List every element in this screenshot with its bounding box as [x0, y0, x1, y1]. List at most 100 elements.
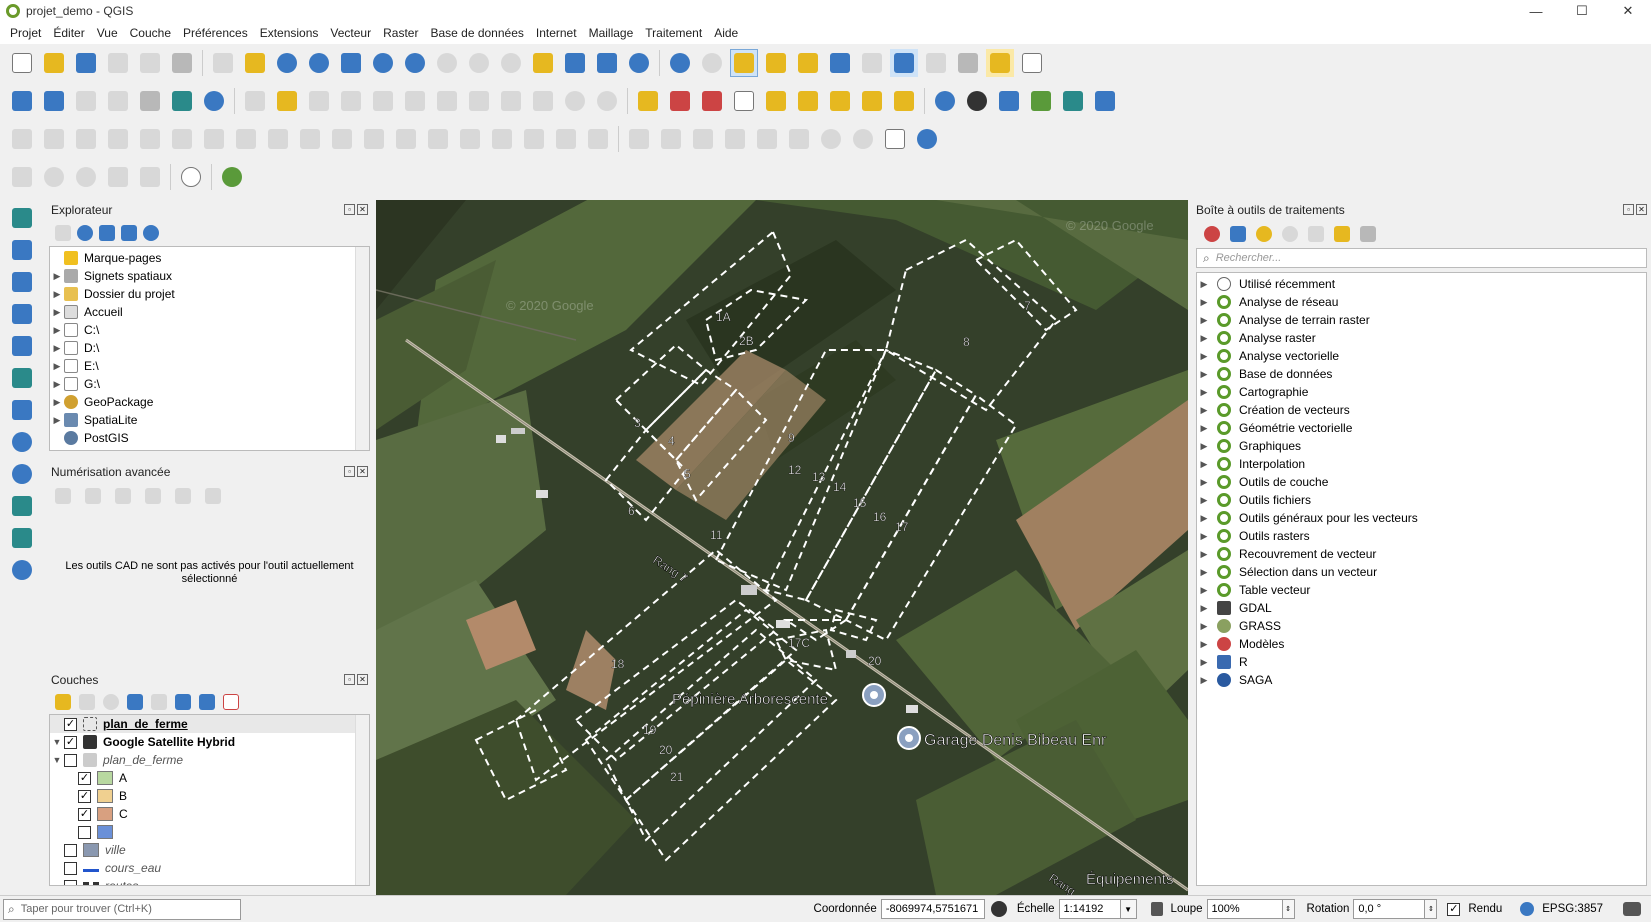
processing-group[interactable]: ▶ Recouvrement de vecteur	[1197, 545, 1646, 563]
select-value-button[interactable]	[762, 49, 790, 77]
menu-raster[interactable]: Raster	[377, 26, 424, 40]
browser-item[interactable]: ▶ C:\	[50, 321, 369, 339]
rotation-input[interactable]	[1353, 899, 1426, 919]
processing-group[interactable]: ▶ Création de vecteurs	[1197, 401, 1646, 419]
add-delimited-text-button[interactable]	[8, 300, 36, 328]
shape-tool-3[interactable]	[72, 163, 100, 191]
menu-extensions[interactable]: Extensions	[254, 26, 325, 40]
shape-tool-5[interactable]	[136, 163, 164, 191]
results-icon[interactable]	[1308, 226, 1324, 242]
lock-icon[interactable]	[1150, 902, 1163, 916]
digitize-tool-11[interactable]	[328, 125, 356, 153]
processing-group[interactable]: ▶ Graphiques	[1197, 437, 1646, 455]
map-tips-button[interactable]	[986, 49, 1014, 77]
digitize-tool-9[interactable]	[264, 125, 292, 153]
add-xyz-button[interactable]	[8, 556, 36, 584]
browser-item[interactable]: ▶ E:\	[50, 357, 369, 375]
label-hide-button[interactable]	[730, 87, 758, 115]
paste-features-button[interactable]	[529, 87, 557, 115]
label-preview-button[interactable]	[794, 87, 822, 115]
layer-row[interactable]: ▼ ✓ Google Satellite Hybrid	[50, 733, 369, 751]
cad-perpendicular-icon[interactable]	[145, 488, 161, 504]
rotation-spinbox[interactable]: ⇕	[1353, 899, 1438, 919]
shape-tool-2[interactable]	[40, 163, 68, 191]
vertex-tool-button[interactable]	[369, 87, 397, 115]
processing-group[interactable]: ▶ Outils de couche	[1197, 473, 1646, 491]
add-raster-layer-button[interactable]	[8, 236, 36, 264]
magnifier-input[interactable]	[1206, 899, 1283, 919]
add-feature-button[interactable]	[337, 87, 365, 115]
digitize-tool-12[interactable]	[360, 125, 388, 153]
coordinate-toggle-icon[interactable]	[990, 901, 1007, 917]
map-pin-icon[interactable]	[862, 683, 886, 707]
statistics-button[interactable]	[922, 49, 950, 77]
add-vector-button[interactable]	[168, 87, 196, 115]
digitize-tool-20[interactable]	[625, 125, 653, 153]
zoom-out-button[interactable]	[305, 49, 333, 77]
new-scratch-layer-button[interactable]	[104, 87, 132, 115]
magnifier-spinbox[interactable]: ⇕	[1206, 899, 1295, 919]
processing-group[interactable]: ▶ Analyse raster	[1197, 329, 1646, 347]
processing-group[interactable]: ▶ Sélection dans un vecteur	[1197, 563, 1646, 581]
layer-row[interactable]: cours_eau	[50, 859, 369, 877]
toggle-editing-button[interactable]	[273, 87, 301, 115]
legend-checkbox[interactable]: ✓	[78, 807, 91, 821]
new-map-view-button[interactable]	[529, 49, 557, 77]
browser-item[interactable]: ▶ SpatiaLite	[50, 411, 369, 429]
grid-button[interactable]	[881, 125, 909, 153]
shape-tool-1[interactable]	[8, 163, 36, 191]
digitize-tool-18[interactable]	[552, 125, 580, 153]
cad-settings-icon[interactable]	[175, 488, 191, 504]
save-project-button[interactable]	[72, 49, 100, 77]
attribute-table-button[interactable]	[826, 49, 854, 77]
digitize-tool-22[interactable]	[689, 125, 717, 153]
label-toolbar-button[interactable]	[634, 87, 662, 115]
digitize-tool-1[interactable]	[8, 125, 36, 153]
field-calculator-button[interactable]	[858, 49, 886, 77]
new-project-button[interactable]	[8, 49, 36, 77]
close-panel-button[interactable]: ✕	[1636, 204, 1647, 215]
select-features-button[interactable]	[730, 49, 758, 77]
cut-features-button[interactable]	[465, 87, 493, 115]
layer-checkbox[interactable]	[64, 843, 77, 857]
style-manager-button[interactable]	[168, 49, 196, 77]
new-bookmark-button[interactable]	[561, 49, 589, 77]
legend-row[interactable]	[50, 823, 369, 841]
cad-construction-icon[interactable]	[85, 488, 101, 504]
new-layout-button[interactable]	[104, 49, 132, 77]
browser-item[interactable]: ▶ Signets spatiaux	[50, 267, 369, 285]
layer-checkbox[interactable]	[64, 753, 77, 767]
new-virtual-layer-button[interactable]	[136, 87, 164, 115]
digitize-tool-23[interactable]	[721, 125, 749, 153]
add-selected-icon[interactable]	[55, 225, 71, 241]
python-console-button[interactable]	[995, 87, 1023, 115]
processing-group[interactable]: ▶ Modèles	[1197, 635, 1646, 653]
processing-group[interactable]: ▶ Interpolation	[1197, 455, 1646, 473]
float-panel-button[interactable]: ▫	[1623, 204, 1634, 215]
float-panel-button[interactable]: ▫	[344, 204, 355, 215]
float-panel-button[interactable]: ▫	[344, 466, 355, 477]
new-shapefile-button[interactable]	[72, 87, 100, 115]
expand-all-icon[interactable]	[175, 694, 191, 710]
help-button[interactable]	[1091, 87, 1119, 115]
label-move-button[interactable]	[826, 87, 854, 115]
refresh-icon[interactable]	[77, 225, 93, 241]
deselect-button[interactable]	[794, 49, 822, 77]
digitize-tool-10[interactable]	[296, 125, 324, 153]
add-gpx-button[interactable]	[8, 332, 36, 360]
layer-checkbox[interactable]	[64, 861, 77, 875]
undo-button[interactable]	[561, 87, 589, 115]
filter-legend-icon[interactable]	[127, 694, 143, 710]
browser-item[interactable]: ▶ Dossier du projet	[50, 285, 369, 303]
python-scripts-icon[interactable]	[1256, 226, 1272, 242]
layer-row[interactable]: ▼ plan_de_ferme	[50, 751, 369, 769]
collapse-all-icon[interactable]	[199, 694, 215, 710]
digitize-tool-16[interactable]	[488, 125, 516, 153]
close-panel-button[interactable]: ✕	[357, 204, 368, 215]
processing-group[interactable]: ▶ SAGA	[1197, 671, 1646, 689]
layer-row[interactable]: routes	[50, 877, 369, 885]
zoom-full-button[interactable]	[337, 49, 365, 77]
db-manager-button[interactable]	[931, 87, 959, 115]
browser-item[interactable]: Marque-pages	[50, 249, 369, 267]
processing-group[interactable]: ▶ Outils rasters	[1197, 527, 1646, 545]
